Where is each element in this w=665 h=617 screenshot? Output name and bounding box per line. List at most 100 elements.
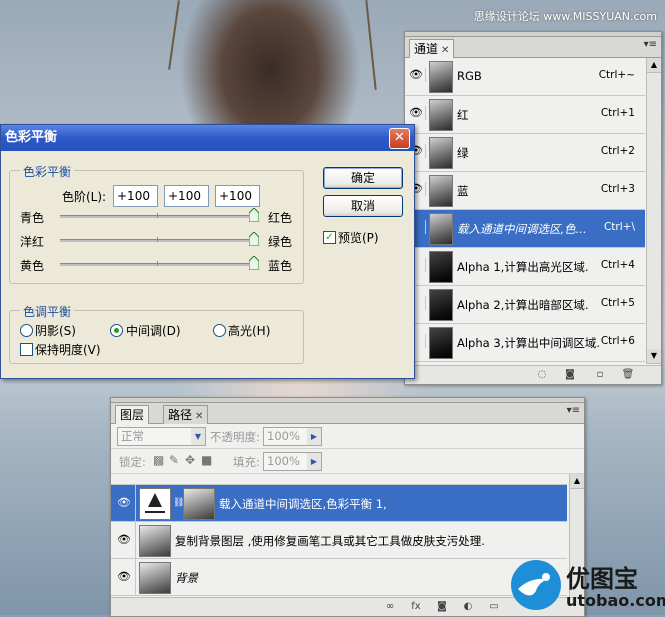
dialog-title: 色彩平衡 (1, 125, 414, 151)
watermark-text: 思缘设计论坛 www.MISSYUAN.com (473, 10, 657, 23)
channel-row[interactable]: 载入通道中间调选区,色... Ctrl+\ (405, 210, 645, 248)
group-label: 色彩平衡 (20, 163, 75, 180)
slider-right-label: 绿色 (268, 235, 293, 249)
channel-shortcut: Ctrl+3 (600, 183, 635, 195)
utobao-logo: 优图宝 utobao.com (508, 557, 665, 612)
lock-transparent-icon[interactable]: ▩ (153, 453, 164, 467)
fill-input[interactable]: 100% (263, 452, 308, 471)
lock-position-icon[interactable]: ✥ (185, 453, 195, 467)
cancel-button[interactable]: 取消 (323, 195, 403, 217)
channels-scrollbar[interactable]: ▲ ▼ (646, 58, 661, 364)
channel-row[interactable]: Alpha 1,计算出高光区域. Ctrl+4 (405, 248, 645, 286)
tab-channels-label: 通道 (414, 42, 439, 56)
new-channel-icon[interactable]: ▫ (593, 368, 607, 381)
channel-row[interactable]: 👁 绿 Ctrl+2 (405, 134, 645, 172)
chevron-right-icon[interactable]: ▶ (307, 427, 322, 446)
channel-row[interactable]: 👁 RGB Ctrl+~ (405, 58, 645, 96)
logo-text: 优图宝 (566, 565, 638, 593)
channel-thumbnail (429, 213, 453, 245)
shadows-radio[interactable] (20, 324, 33, 337)
channel-name: Alpha 3,计算出中间调区域. (457, 336, 600, 350)
channel-name: Alpha 2,计算出暗部区域. (457, 298, 589, 312)
slider-center-tick (157, 213, 158, 218)
opacity-input[interactable]: 100% (263, 427, 308, 446)
save-selection-icon[interactable]: ◙ (563, 368, 577, 381)
ok-button[interactable]: 确定 (323, 167, 403, 189)
channel-row[interactable]: 👁 蓝 Ctrl+3 (405, 172, 645, 210)
close-icon[interactable]: ✕ (389, 128, 410, 149)
channel-thumbnail (429, 251, 453, 283)
layer-row[interactable]: 👁 ⛓ 载入通道中间调选区,色彩平衡 1, (111, 485, 567, 522)
layers-list: 👁 ⛓ 载入通道中间调选区,色彩平衡 1, 👁 复制背景图层 ,使用修复画笔工具或其它工… (111, 485, 567, 597)
slider-center-tick (157, 261, 158, 266)
highlights-radio[interactable] (213, 324, 226, 337)
layer-row[interactable]: 👁 复制背景图层 ,使用修复画笔工具或其它工具做皮肤支污处理. (111, 522, 567, 559)
channel-name: 载入通道中间调选区,色... (457, 222, 587, 236)
channel-thumbnail (429, 137, 453, 169)
layer-thumbnail (139, 525, 171, 557)
channel-shortcut: Ctrl+\ (603, 221, 635, 233)
slider-left-label: 黄色 (20, 259, 45, 273)
lock-label: 锁定: (119, 455, 146, 469)
tab-paths[interactable]: 路径 ✕ (163, 405, 209, 424)
eye-icon[interactable]: 👁 (113, 485, 136, 521)
link-icon[interactable]: ∞ (383, 600, 397, 613)
preview-checkbox[interactable]: ✓ (323, 231, 336, 244)
close-icon[interactable]: ✕ (441, 45, 449, 56)
layer-row[interactable]: 👁 背景 (111, 559, 567, 596)
mask-icon[interactable]: ◙ (435, 600, 449, 613)
panel-menu-icon[interactable]: ▾≡ (644, 39, 657, 50)
tab-layers[interactable]: 图层 (115, 405, 150, 424)
close-icon[interactable]: ✕ (195, 411, 203, 422)
channel-shortcut: Ctrl+6 (600, 335, 635, 347)
level-input-2[interactable]: +100 (164, 185, 209, 207)
eye-icon[interactable]: 👁 (113, 559, 136, 595)
fx-icon[interactable]: fx (409, 600, 423, 613)
eye-icon[interactable]: 👁 (407, 68, 426, 82)
scroll-up-icon[interactable]: ▲ (570, 474, 584, 489)
preserve-luminosity-checkbox[interactable] (20, 343, 33, 356)
channel-shortcut: Ctrl+1 (600, 107, 635, 119)
level-input-3[interactable]: +100 (215, 185, 260, 207)
tone-balance-group: 色调平衡 阴影(S) 中间调(D) 高光(H) 保持明度(V) (9, 303, 304, 364)
layer-mask-thumbnail[interactable] (183, 488, 215, 520)
preview-label: 预览(P) (338, 231, 379, 245)
channel-row[interactable]: 👁 红 Ctrl+1 (405, 96, 645, 134)
channel-shortcut: Ctrl+4 (600, 259, 635, 271)
slider-thumb[interactable] (248, 231, 260, 247)
channel-row[interactable]: Alpha 3,计算出中间调区域. Ctrl+6 (405, 324, 645, 362)
scroll-up-icon[interactable]: ▲ (647, 58, 661, 73)
lock-all-icon[interactable]: ■ (201, 453, 212, 467)
shadows-label: 阴影(S) (35, 324, 76, 338)
tab-channels[interactable]: 通道 ✕ (409, 39, 455, 58)
channel-row[interactable]: Alpha 2,计算出暗部区域. Ctrl+5 (405, 286, 645, 324)
color-balance-group: 色彩平衡 色阶(L): +100 +100 +100 青色 红色 洋红 绿色 黄色 蓝色 (9, 163, 304, 284)
channel-name: Alpha 1,计算出高光区域. (457, 260, 589, 274)
panel-menu-icon[interactable]: ▾≡ (567, 405, 580, 416)
eye-icon[interactable]: 👁 (113, 522, 136, 558)
chevron-right-icon[interactable]: ▶ (307, 452, 322, 471)
load-selection-icon[interactable]: ◌ (535, 368, 549, 381)
channels-tabbar: 通道 ✕ ▾≡ (405, 37, 661, 58)
scroll-down-icon[interactable]: ▼ (647, 349, 661, 364)
balance-adjustment-icon (139, 488, 171, 520)
folder-icon[interactable]: ▭ (487, 600, 501, 613)
trash-icon[interactable]: 🗑 (621, 368, 635, 381)
channel-thumbnail (429, 327, 453, 359)
midtones-radio[interactable] (110, 324, 123, 337)
slider-right-label: 蓝色 (268, 259, 293, 273)
tab-layers-label: 图层 (120, 408, 145, 422)
blend-mode-select[interactable]: 正常 (117, 427, 192, 446)
chevron-down-icon[interactable]: ▼ (191, 427, 206, 446)
channel-shortcut: Ctrl+5 (600, 297, 635, 309)
level-input-1[interactable]: +100 (113, 185, 158, 207)
slider-left-label: 洋红 (20, 235, 45, 249)
eye-icon[interactable]: 👁 (407, 106, 426, 120)
adjustment-icon[interactable]: ◐ (461, 600, 475, 613)
lock-image-icon[interactable]: ✎ (169, 453, 179, 467)
layer-thumbnail (139, 562, 171, 594)
slider-thumb[interactable] (248, 255, 260, 271)
slider-center-tick (157, 237, 158, 242)
slider-thumb[interactable] (248, 207, 260, 223)
opacity-label: 不透明度: (210, 430, 260, 444)
